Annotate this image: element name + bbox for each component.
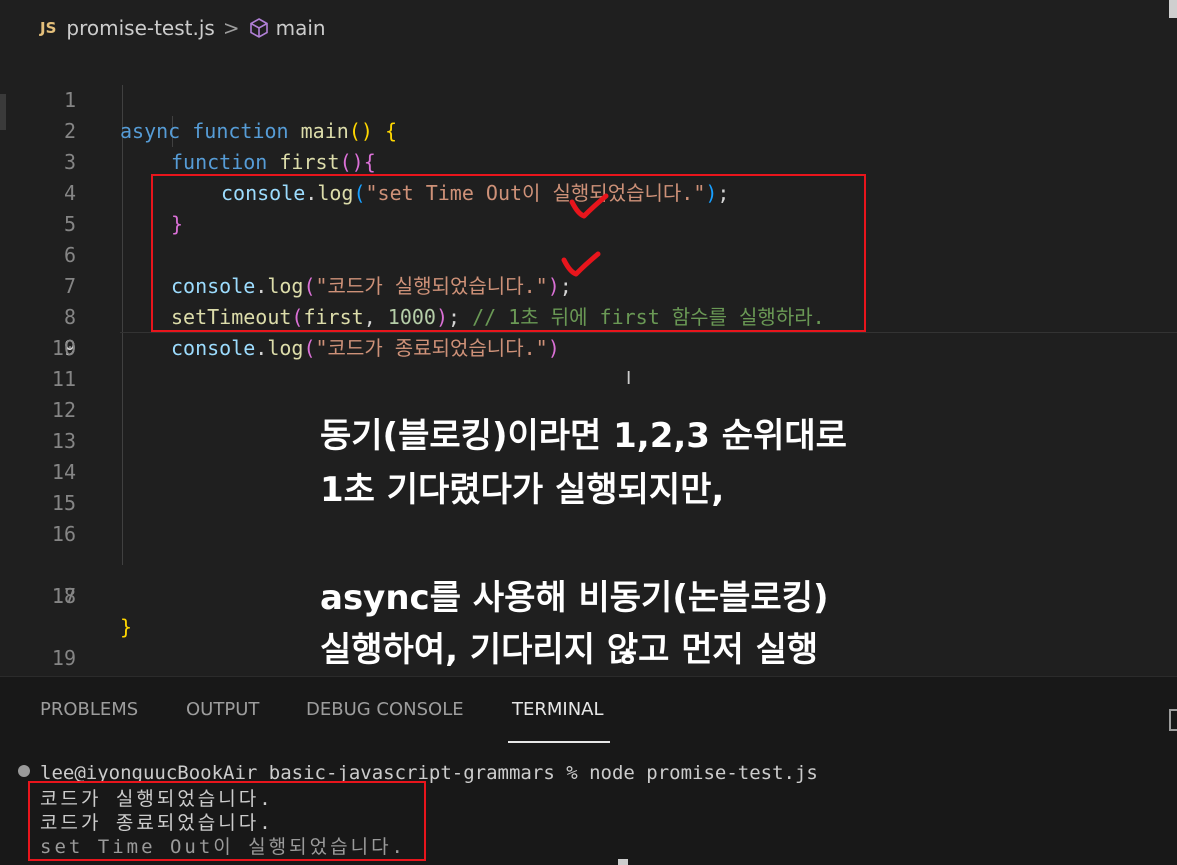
line-number: 13	[51, 429, 76, 453]
chevron-right-icon: >	[222, 16, 240, 40]
bottom-panel: PROBLEMS OUTPUT DEBUG CONSOLE TERMINAL l…	[0, 676, 1177, 865]
code-line: 1 async function main() {	[0, 54, 1177, 143]
overlay-text-line: 실행하여, 기다리지 않고 먼저 실행	[320, 630, 819, 670]
tab-debug-console[interactable]: DEBUG CONSOLE	[306, 699, 464, 720]
line-number: 11	[51, 367, 76, 391]
breadcrumb-symbol[interactable]: main	[276, 16, 326, 40]
code-line: 10	[0, 333, 1177, 364]
overlay-text-line: async를 사용해 비동기(논블로킹)	[320, 578, 829, 618]
tab-terminal[interactable]: TERMINAL	[512, 699, 604, 720]
panel-tabs: PROBLEMS OUTPUT DEBUG CONSOLE TERMINAL	[0, 687, 1177, 743]
tab-problems[interactable]: PROBLEMS	[40, 699, 138, 720]
tab-output[interactable]: OUTPUT	[186, 699, 259, 720]
overlay-text-line: 1초 기다렸다가 실행되지만,	[320, 470, 725, 510]
cube-icon	[249, 18, 268, 38]
code-line: 16	[0, 519, 1177, 550]
line-number: 12	[51, 398, 76, 422]
code-line: 2 function first(){	[0, 85, 1177, 174]
active-tab-indicator	[508, 741, 610, 743]
code-line: 3 console.log("set Time Out이 실행되었습니다.");	[0, 116, 1177, 205]
panel-layout-icon[interactable]	[1169, 709, 1177, 731]
line-number: 16	[51, 522, 76, 546]
checkmark-icon	[561, 251, 601, 277]
js-file-icon: JS	[40, 19, 57, 37]
checkmark-icon	[569, 193, 609, 219]
breadcrumb-file[interactable]: promise-test.js	[66, 16, 214, 40]
line-number: 15	[51, 491, 76, 515]
terminal-cursor	[618, 859, 628, 865]
overlay-text-line: 동기(블로킹)이라면 1,2,3 순위대로	[320, 416, 847, 456]
code-line: 11	[0, 364, 1177, 395]
line-number: 14	[51, 460, 76, 484]
highlight-box-code	[151, 174, 866, 332]
text-cursor-icon: I	[626, 368, 632, 389]
line-number: 19	[51, 646, 76, 670]
line-number: 18	[51, 584, 76, 608]
line-number: 10	[51, 336, 76, 360]
breadcrumb: JS promise-test.js > main	[0, 0, 1177, 56]
terminal-dot-icon	[18, 765, 30, 777]
highlight-box-terminal	[28, 781, 426, 861]
